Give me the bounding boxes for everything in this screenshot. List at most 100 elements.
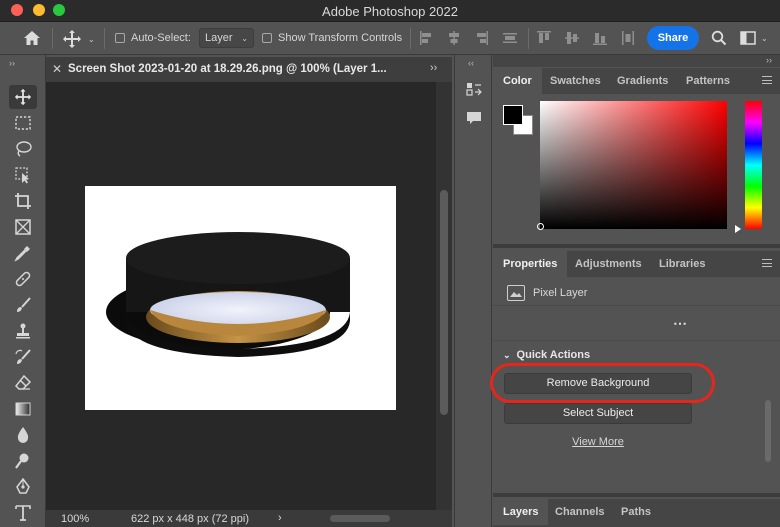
show-transform-checkbox[interactable] — [262, 33, 272, 43]
panel-menu-icon[interactable] — [762, 76, 772, 84]
history-panel-button[interactable] — [465, 81, 483, 99]
workspace-icon — [740, 31, 756, 45]
layer-type-row: Pixel Layer — [507, 285, 587, 301]
comments-panel-button[interactable] — [465, 109, 483, 127]
color-picker-handle[interactable] — [537, 223, 544, 230]
move-icon — [63, 30, 81, 48]
document-image[interactable] — [85, 186, 396, 410]
tab-patterns[interactable]: Patterns — [676, 68, 740, 94]
auto-select-value: Layer — [205, 32, 233, 44]
auto-select-checkbox[interactable] — [115, 33, 125, 43]
stamp-icon — [16, 323, 30, 339]
canvas-area[interactable] — [46, 82, 436, 510]
chevron-down-icon: ⌄ — [88, 34, 95, 44]
frame-tool[interactable] — [9, 215, 37, 239]
eyedropper-icon — [14, 246, 30, 262]
tab-properties[interactable]: Properties — [493, 251, 568, 277]
layer-type-label: Pixel Layer — [533, 287, 588, 299]
tab-swatches[interactable]: Swatches — [540, 68, 611, 94]
hue-slider[interactable] — [745, 101, 762, 229]
status-menu-icon[interactable]: › — [278, 512, 282, 524]
search-button[interactable] — [711, 30, 727, 46]
align-center-h-icon[interactable] — [446, 29, 462, 47]
view-more-link[interactable]: View More — [493, 436, 703, 448]
more-options-icon[interactable]: ⋯ — [673, 315, 688, 332]
tab-color[interactable]: Color — [493, 68, 542, 94]
workspace-switcher[interactable]: ⌄ — [740, 31, 768, 45]
divider — [493, 340, 780, 341]
align-buttons — [418, 29, 530, 47]
healing-brush-tool[interactable] — [9, 267, 37, 291]
auto-select-dropdown[interactable]: Layer ⌄ — [199, 28, 254, 48]
panel-menu-icon[interactable] — [762, 259, 772, 267]
window-title: Adobe Photoshop 2022 — [322, 4, 458, 19]
search-icon — [711, 30, 727, 46]
divider — [52, 28, 53, 49]
lasso-icon — [16, 141, 32, 157]
zoom-level[interactable]: 100% — [61, 513, 89, 525]
select-subject-button[interactable]: Select Subject — [504, 403, 692, 424]
eyedropper-tool[interactable] — [9, 241, 37, 265]
align-bottom-icon[interactable] — [592, 29, 608, 47]
crop-tool[interactable] — [9, 189, 37, 213]
home-button[interactable] — [20, 28, 44, 48]
canvas-vertical-scrollbar[interactable] — [436, 82, 452, 510]
ceiling-lamp-image — [106, 232, 350, 357]
type-tool[interactable] — [9, 501, 37, 525]
close-document-icon[interactable]: ✕ — [52, 62, 62, 76]
object-selection-icon — [15, 167, 29, 184]
gradient-tool[interactable] — [9, 397, 37, 421]
auto-select-toggle[interactable]: Auto-Select: — [115, 32, 191, 44]
toolbar: ›› — [0, 55, 46, 527]
object-selection-tool[interactable] — [9, 163, 37, 187]
share-button[interactable]: Share — [647, 26, 699, 50]
collapsed-panels: ‹‹ — [454, 55, 492, 527]
chevron-down-icon: ⌄ — [241, 33, 248, 43]
lasso-tool[interactable] — [9, 137, 37, 161]
hue-slider-handle[interactable] — [735, 225, 741, 233]
brush-icon — [17, 297, 31, 312]
dodge-tool[interactable] — [9, 449, 37, 473]
collapse-dock-icon[interactable]: ›› — [766, 55, 772, 65]
comment-icon — [467, 112, 481, 124]
blur-tool[interactable] — [9, 423, 37, 447]
clone-stamp-tool[interactable] — [9, 319, 37, 343]
foreground-color-swatch[interactable] — [503, 105, 523, 125]
move-tool-preset[interactable]: ⌄ — [62, 29, 95, 49]
document-tab[interactable]: ✕ Screen Shot 2023-01-20 at 18.29.26.png… — [46, 57, 452, 82]
history-brush-icon — [15, 349, 31, 364]
quick-actions-header[interactable]: ⌄ Quick Actions — [503, 349, 590, 361]
distribute-vertical-icon[interactable] — [502, 29, 518, 47]
tab-adjustments[interactable]: Adjustments — [565, 251, 652, 277]
history-brush-tool[interactable] — [9, 345, 37, 369]
right-panel-dock: ›› Color Swatches Gradients Patterns Pro… — [490, 55, 780, 527]
horizontal-scrollbar-thumb[interactable] — [330, 515, 390, 522]
marquee-tool[interactable] — [9, 111, 37, 135]
collapse-panels-icon[interactable]: ‹‹ — [468, 58, 474, 68]
tab-paths[interactable]: Paths — [611, 499, 661, 525]
brush-tool[interactable] — [9, 293, 37, 317]
scrollbar-thumb[interactable] — [440, 190, 448, 415]
collapse-toolbar-icon[interactable]: ›› — [9, 58, 15, 68]
align-top-icon[interactable] — [536, 29, 552, 47]
tab-libraries[interactable]: Libraries — [649, 251, 715, 277]
dock-header: ›› — [493, 55, 780, 67]
align-middle-icon[interactable] — [564, 29, 580, 47]
color-field[interactable] — [540, 101, 727, 229]
pen-tool[interactable] — [9, 475, 37, 499]
properties-scrollbar[interactable] — [763, 315, 773, 495]
pen-icon — [16, 478, 30, 494]
history-icon — [466, 83, 482, 96]
align-right-icon[interactable] — [474, 29, 490, 47]
eraser-tool[interactable] — [9, 371, 37, 395]
tab-channels[interactable]: Channels — [545, 499, 615, 525]
scrollbar-thumb[interactable] — [765, 400, 771, 462]
more-documents-icon[interactable]: ›› — [430, 62, 437, 74]
tab-layers[interactable]: Layers — [493, 499, 549, 525]
show-transform-toggle[interactable]: Show Transform Controls — [262, 32, 402, 44]
dodge-icon — [15, 453, 29, 469]
align-left-icon[interactable] — [418, 29, 434, 47]
move-tool[interactable] — [9, 85, 37, 109]
distribute-horizontal-icon[interactable] — [620, 29, 636, 47]
tab-gradients[interactable]: Gradients — [607, 68, 678, 94]
